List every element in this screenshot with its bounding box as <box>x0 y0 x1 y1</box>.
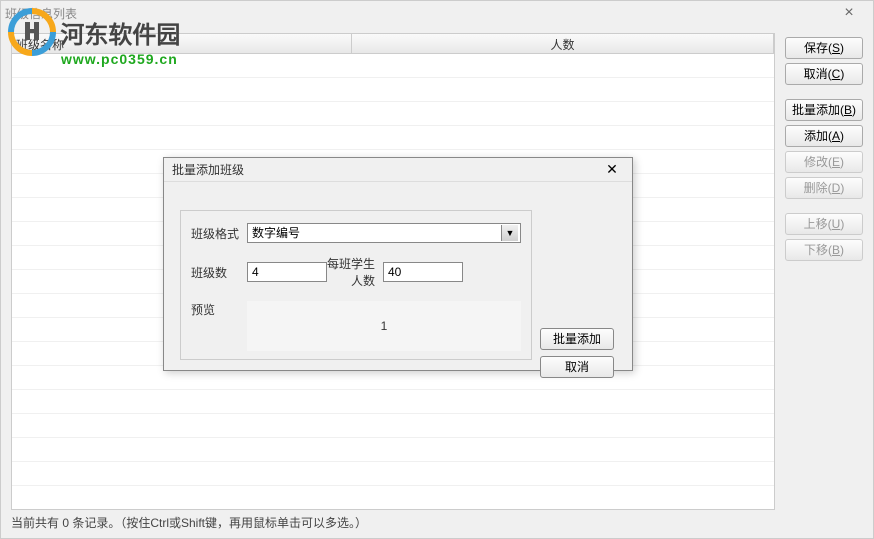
status-bar: 当前共有 0 条记录。（按住Ctrl或Shift键，再用鼠标单击可以多选。） <box>11 514 863 534</box>
column-class-name[interactable]: 班级名称 <box>12 34 352 53</box>
students-input[interactable] <box>383 262 463 282</box>
window-close-button[interactable]: × <box>829 4 869 22</box>
batch-add-button[interactable]: 批量添加(B) <box>785 99 863 121</box>
dialog-cancel-button[interactable]: 取消 <box>540 356 614 378</box>
sidebar: 保存(S) 取消(C) 批量添加(B) 添加(A) 修改(E) 删除(D) 上移… <box>785 37 863 265</box>
dialog-batch-add-button[interactable]: 批量添加 <box>540 328 614 350</box>
dialog-titlebar[interactable]: 批量添加班级 ✕ <box>164 158 632 182</box>
class-count-input[interactable] <box>247 262 327 282</box>
format-combobox[interactable]: 数字编号 <box>247 223 521 243</box>
preview-box: 1 <box>247 301 521 351</box>
dialog-title: 批量添加班级 <box>172 161 600 178</box>
form-group: 班级格式 数字编号 班级数 每班学生人数 预览 1 <box>180 210 532 360</box>
format-label: 班级格式 <box>191 225 247 242</box>
modify-button: 修改(E) <box>785 151 863 173</box>
dialog-close-button[interactable]: ✕ <box>600 161 624 178</box>
dialog-body: 班级格式 数字编号 班级数 每班学生人数 预览 1 批量添加 取消 <box>164 182 632 370</box>
window-title: 班级信息列表 <box>5 5 829 22</box>
add-button[interactable]: 添加(A) <box>785 125 863 147</box>
table-header: 班级名称 人数 <box>12 34 774 54</box>
column-count[interactable]: 人数 <box>352 34 774 53</box>
window-titlebar: 班级信息列表 × <box>1 1 873 25</box>
preview-label: 预览 <box>191 301 247 318</box>
students-label: 每班学生人数 <box>327 255 383 289</box>
move-up-button: 上移(U) <box>785 213 863 235</box>
delete-button: 删除(D) <box>785 177 863 199</box>
batch-add-dialog: 批量添加班级 ✕ 班级格式 数字编号 班级数 每班学生人数 预览 1 <box>163 157 633 371</box>
move-down-button: 下移(B) <box>785 239 863 261</box>
count-label: 班级数 <box>191 264 247 281</box>
save-button[interactable]: 保存(S) <box>785 37 863 59</box>
main-window: 班级信息列表 × 河东软件园 www.pc0359.cn 班级名称 人数 <box>0 0 874 539</box>
cancel-button[interactable]: 取消(C) <box>785 63 863 85</box>
